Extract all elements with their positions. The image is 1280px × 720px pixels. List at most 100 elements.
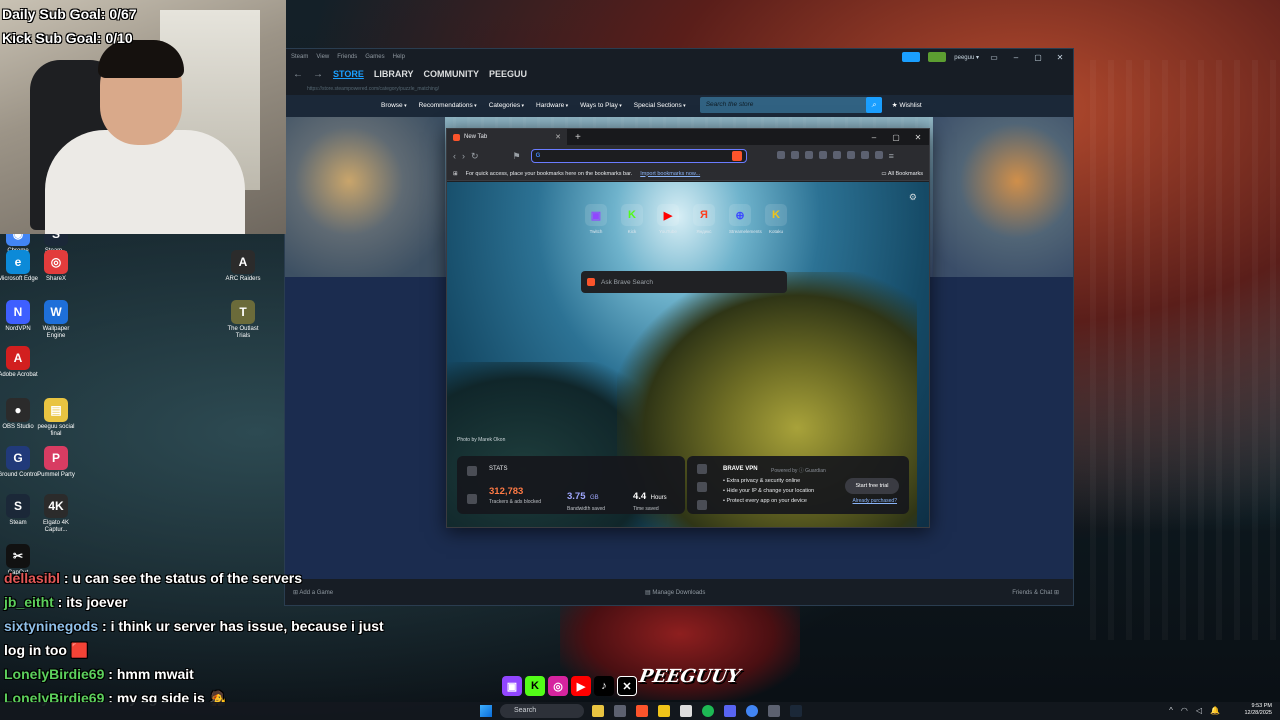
already-purchased-link[interactable]: Already purchased?: [853, 498, 897, 504]
steam-close-button[interactable]: ✕: [1053, 53, 1067, 62]
store-menu-hardware[interactable]: Hardware: [530, 102, 574, 109]
desktop-icon[interactable]: P Pummel Party: [34, 446, 78, 479]
news-icon[interactable]: [467, 494, 477, 504]
desktop-icon[interactable]: A ARC Raiders: [221, 250, 265, 283]
extension-icon[interactable]: [776, 151, 785, 159]
leo-icon[interactable]: [860, 151, 869, 159]
photo-credit[interactable]: Photo by Marek Okon: [457, 437, 505, 443]
taskbar-chrome-icon[interactable]: [746, 705, 758, 717]
start-free-trial-button[interactable]: Start free trial: [845, 478, 899, 494]
brave-tab-new-tab[interactable]: New Tab ✕: [447, 129, 567, 145]
steam-menu-help[interactable]: Help: [393, 54, 405, 60]
store-menu-special-sections[interactable]: Special Sections: [628, 102, 692, 109]
vpn-alert-icon[interactable]: [697, 482, 707, 492]
store-menu-recommendations[interactable]: Recommendations: [413, 102, 483, 109]
top-site-icon: ⊕: [729, 204, 751, 226]
tab-library[interactable]: LIBRARY: [374, 69, 414, 79]
taskbar-steam-icon[interactable]: [790, 705, 802, 717]
stream-chat-overlay: dellasibl : u can see the status of the …: [4, 566, 384, 710]
back-icon[interactable]: ‹: [453, 151, 456, 161]
vpn-card-icon[interactable]: [697, 500, 707, 510]
forward-icon[interactable]: ›: [462, 151, 465, 161]
taskbar-discord-icon[interactable]: [724, 705, 736, 717]
vpn-shield-icon[interactable]: [697, 464, 707, 474]
desktop-icon[interactable]: A Adobe Acrobat: [0, 346, 40, 379]
steam-menu-view[interactable]: View: [316, 54, 329, 60]
steam-menu-steam[interactable]: Steam: [291, 54, 308, 60]
back-arrow-icon[interactable]: ←: [293, 69, 303, 80]
desktop-icon[interactable]: ◎ ShareX: [34, 250, 78, 283]
taskbar-settings-icon[interactable]: [768, 705, 780, 717]
extension-icon[interactable]: [818, 151, 827, 159]
store-menu-categories[interactable]: Categories: [483, 102, 530, 109]
store-search-input[interactable]: Search the store ⌕: [699, 97, 882, 113]
extension-icon[interactable]: [790, 151, 799, 159]
top-site-tile[interactable]: K Kick: [621, 204, 643, 234]
menu-icon[interactable]: ≡: [889, 151, 894, 161]
all-bookmarks-button[interactable]: ▭ All Bookmarks: [881, 171, 923, 177]
taskbar-spotify-icon[interactable]: [702, 705, 714, 717]
taskbar-brave-icon[interactable]: [636, 705, 648, 717]
reload-icon[interactable]: ↻: [471, 151, 479, 162]
store-menu-ways-to-play[interactable]: Ways to Play: [574, 102, 628, 109]
brave-minimize-button[interactable]: –: [863, 133, 885, 142]
store-banner-art-left: [285, 117, 445, 277]
notification-icon[interactable]: [928, 52, 947, 62]
sidebar-icon[interactable]: [832, 151, 841, 159]
taskbar-search[interactable]: Search: [500, 704, 584, 718]
desktop-icon-label: Wallpaper Engine: [42, 326, 70, 339]
top-site-tile[interactable]: ▣ Twitch: [585, 204, 607, 234]
desktop-icon[interactable]: ▤ peeguu social final: [34, 398, 78, 438]
windows-start-icon[interactable]: [480, 705, 492, 717]
desktop-icon[interactable]: 4K Elgato 4K Captur...: [34, 494, 78, 534]
new-tab-page: ⚙ ▣ Twitch K Kick ▶ YouTube Я Яндекс ⊕ Streamelem…: [447, 182, 929, 527]
address-bar-input[interactable]: G: [530, 149, 747, 163]
store-menu-browse[interactable]: Browse: [375, 102, 413, 109]
taskbar-clock[interactable]: 9:53 PM 12/28/2025: [1244, 703, 1272, 717]
tab-profile[interactable]: PEEGUU: [489, 69, 527, 79]
wishlist-button[interactable]: ★ Wishlist: [892, 101, 922, 109]
brave-maximize-button[interactable]: ▢: [885, 133, 907, 142]
brave-close-button[interactable]: ✕: [907, 133, 929, 142]
tray-notification-icon[interactable]: 🔔: [1210, 706, 1220, 715]
taskbar-widget-icon[interactable]: [592, 705, 604, 717]
brave-shields-icon[interactable]: [731, 151, 742, 161]
tab-close-icon[interactable]: ✕: [555, 133, 561, 141]
top-site-tile[interactable]: Я Яндекс: [693, 204, 715, 234]
stats-chart-icon[interactable]: [467, 466, 477, 476]
friends-chat-button[interactable]: Friends & Chat ⊞: [1012, 589, 1059, 596]
steam-user-menu[interactable]: peeguu ▾: [954, 54, 979, 61]
desktop-icon[interactable]: T The Outlast Trials: [221, 300, 265, 340]
steam-bigpicture-icon[interactable]: ▭: [987, 53, 1001, 62]
vpn-icon[interactable]: [874, 151, 883, 159]
tab-community[interactable]: COMMUNITY: [424, 69, 480, 79]
manage-downloads-button[interactable]: ▤ Manage Downloads: [645, 589, 705, 596]
tab-store[interactable]: STORE: [333, 69, 364, 79]
announcement-icon[interactable]: [902, 52, 921, 62]
steam-minimize-button[interactable]: –: [1009, 53, 1023, 62]
desktop-icon[interactable]: W Wallpaper Engine: [34, 300, 78, 340]
steam-menu-games[interactable]: Games: [365, 54, 384, 60]
taskbar-taskview-icon[interactable]: [614, 705, 626, 717]
steam-maximize-button[interactable]: ▢: [1031, 53, 1045, 62]
forward-arrow-icon[interactable]: →: [313, 69, 323, 80]
steam-menu-friends[interactable]: Friends: [337, 54, 357, 60]
bookmark-icon[interactable]: ⚑: [513, 151, 521, 162]
top-site-tile[interactable]: ⊕ Streamelements: [729, 204, 762, 234]
search-icon[interactable]: ⌕: [865, 97, 882, 113]
taskbar-file-icon[interactable]: [680, 705, 692, 717]
new-tab-button[interactable]: +: [575, 132, 581, 143]
import-bookmarks-link[interactable]: Import bookmarks now...: [640, 171, 700, 177]
brave-lion-icon: [587, 278, 595, 286]
settings-gear-icon[interactable]: ⚙: [909, 192, 917, 203]
top-site-tile[interactable]: K Kotaku: [765, 204, 787, 234]
tray-chevron-icon[interactable]: ^: [1169, 706, 1173, 715]
apps-icon[interactable]: ⊞: [453, 171, 458, 177]
brave-search-input[interactable]: Ask Brave Search: [581, 271, 787, 293]
top-site-tile[interactable]: ▶ YouTube: [657, 204, 679, 234]
extension-icon[interactable]: [804, 151, 813, 159]
taskbar-explorer-icon[interactable]: [658, 705, 670, 717]
tray-volume-icon[interactable]: ◁: [1196, 706, 1202, 715]
tray-wifi-icon[interactable]: ◠: [1181, 706, 1188, 715]
wallet-icon[interactable]: [846, 151, 855, 159]
